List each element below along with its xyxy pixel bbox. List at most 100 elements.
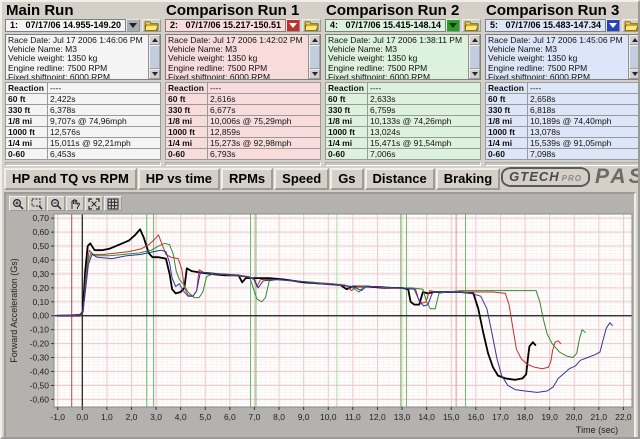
x-tick-label: 10,0 [320, 412, 337, 422]
x-tick-label: 20,0 [566, 412, 583, 422]
horizontal-scrollbar[interactable] [5, 162, 161, 166]
stat-label: 1/8 mi [486, 116, 528, 127]
zoom-in-button[interactable] [9, 196, 27, 211]
info-line: Fixed shiftpoint: 6000 RPM [8, 73, 146, 80]
zoom-out-icon [50, 198, 62, 210]
scrollbar-thumb[interactable] [629, 45, 640, 69]
arrow-down-icon [632, 72, 638, 76]
run-info-box[interactable]: Race Date: Jul 17 2006 1:38:11 PM Vehicl… [325, 34, 481, 80]
stat-label: 1/8 mi [166, 116, 208, 127]
scrollbar[interactable] [308, 35, 320, 79]
tab-braking[interactable]: Braking [436, 168, 500, 190]
tab-gs[interactable]: Gs [330, 168, 363, 190]
x-tick-label: 6,0 [224, 412, 236, 422]
scrollbar-thumb[interactable] [469, 45, 480, 69]
x-tick-label: 11,0 [345, 412, 361, 422]
open-run-button[interactable] [142, 19, 161, 32]
chart-svg[interactable]: -1,00,01,02,03,04,05,06,07,08,09,010,011… [8, 211, 640, 439]
info-line: Fixed shiftpoint: 6000 RPM [168, 73, 306, 80]
combo-dropdown-button[interactable] [446, 19, 460, 32]
run-select-combobox[interactable]: 5: 07/17/06 15.483-147.34 [485, 19, 606, 32]
scrollbar-track[interactable] [309, 45, 320, 69]
x-tick-label: 15,0 [443, 412, 460, 422]
run-info-box[interactable]: Race Date: Jul 17 2006 1:42:02 PM Vehicl… [165, 34, 321, 80]
chart-panel: -1,00,01,02,03,04,05,06,07,08,09,010,011… [4, 192, 636, 439]
scroll-up-button[interactable] [149, 35, 160, 45]
scroll-up-button[interactable] [309, 35, 320, 45]
scrollbar[interactable] [628, 35, 640, 79]
run-info-box[interactable]: Race Date: Jul 17 2006 1:46:06 PM Vehicl… [5, 34, 161, 80]
arrow-down-icon [152, 72, 158, 76]
stat-row: Reaction---- [326, 83, 481, 94]
stat-row: 1/8 mi9,707s @ 74,96mph [6, 116, 161, 127]
stat-row: 1/4 mi15,539s @ 91,05mph [486, 138, 640, 149]
x-tick-label: 21,0 [591, 412, 608, 422]
stat-value: ---- [528, 83, 640, 94]
stat-row: 330 ft6,818s [486, 105, 640, 116]
pan-hand-button[interactable] [66, 196, 84, 211]
x-tick-label: 14,0 [418, 412, 435, 422]
stat-label: 60 ft [486, 94, 528, 105]
open-run-button[interactable] [302, 19, 321, 32]
x-tick-label: 12,0 [369, 412, 386, 422]
fit-view-icon [88, 198, 100, 210]
stat-value: ---- [208, 83, 321, 94]
tab-hp-vs-time[interactable]: HP vs time [138, 168, 220, 190]
stat-row: 1/4 mi15,011s @ 92,21mph [6, 138, 161, 149]
run-select-combobox[interactable]: 2: 07/17/06 15.217-150.51 [165, 19, 286, 32]
combo-dropdown-button[interactable] [286, 19, 300, 32]
scrollbar-thumb[interactable] [149, 45, 160, 69]
horizontal-scrollbar[interactable] [325, 162, 481, 166]
tab-rpms[interactable]: RPMs [221, 168, 273, 190]
stat-value: 15,011s @ 92,21mph [48, 138, 161, 149]
stat-row: 0-606,793s [166, 149, 321, 160]
folder-icon [624, 20, 639, 31]
open-run-button[interactable] [622, 19, 640, 32]
zoom-out-button[interactable] [47, 196, 65, 211]
open-run-button[interactable] [462, 19, 481, 32]
stat-row: 0-607,006s [326, 149, 481, 160]
scroll-up-button[interactable] [629, 35, 640, 45]
scroll-down-button[interactable] [469, 69, 480, 79]
scrollbar-track[interactable] [469, 45, 480, 69]
chevron-down-icon [449, 23, 457, 28]
y-tick-label: -0,20 [30, 339, 50, 349]
combo-dropdown-button[interactable] [126, 19, 140, 32]
logo-pass-text: PASS [595, 165, 640, 189]
stat-row: 0-606,453s [6, 149, 161, 160]
scrollbar[interactable] [468, 35, 480, 79]
stat-value: 12,576s [48, 127, 161, 138]
stat-label: 0-60 [6, 149, 48, 160]
grid-icon [107, 198, 119, 210]
scrollbar-track[interactable] [149, 45, 160, 69]
scroll-down-button[interactable] [149, 69, 160, 79]
zoom-window-button[interactable] [28, 196, 46, 211]
scrollbar-thumb[interactable] [309, 45, 320, 69]
run-info-box[interactable]: Race Date: Jul 17 2006 1:45:06 PM Vehicl… [485, 34, 640, 80]
stat-label: 330 ft [166, 105, 208, 116]
scroll-up-button[interactable] [469, 35, 480, 45]
x-tick-label: 7,0 [249, 412, 261, 422]
stat-label: Reaction [6, 83, 48, 94]
scroll-down-button[interactable] [309, 69, 320, 79]
scrollbar[interactable] [148, 35, 160, 79]
scrollbar-track[interactable] [629, 45, 640, 69]
fit-view-button[interactable] [85, 196, 103, 211]
tab-hp-tq-vs-rpm[interactable]: HP and TQ vs RPM [4, 168, 137, 190]
x-tick-label: 2,0 [126, 412, 138, 422]
grid-toggle-button[interactable] [104, 196, 122, 211]
stat-value: 10,133s @ 74,26mph [368, 116, 481, 127]
scroll-down-button[interactable] [629, 69, 640, 79]
gs-vs-time-chart[interactable]: -1,00,01,02,03,04,05,06,07,08,09,010,011… [8, 211, 632, 439]
tab-speed[interactable]: Speed [274, 168, 329, 190]
stat-label: 1000 ft [166, 127, 208, 138]
run-select-combobox[interactable]: 1: 07/17/06 14.955-149.20 [5, 19, 126, 32]
run-select-combobox[interactable]: 4: 07/17/06 15.415-148.14 [325, 19, 446, 32]
x-tick-label: 22,0 [615, 412, 632, 422]
stat-row: 330 ft6,759s [326, 105, 481, 116]
horizontal-scrollbar[interactable] [165, 162, 321, 166]
arrow-up-icon [152, 38, 158, 42]
combo-dropdown-button[interactable] [606, 19, 620, 32]
tab-distance[interactable]: Distance [365, 168, 435, 190]
x-tick-label: 19,0 [541, 412, 558, 422]
